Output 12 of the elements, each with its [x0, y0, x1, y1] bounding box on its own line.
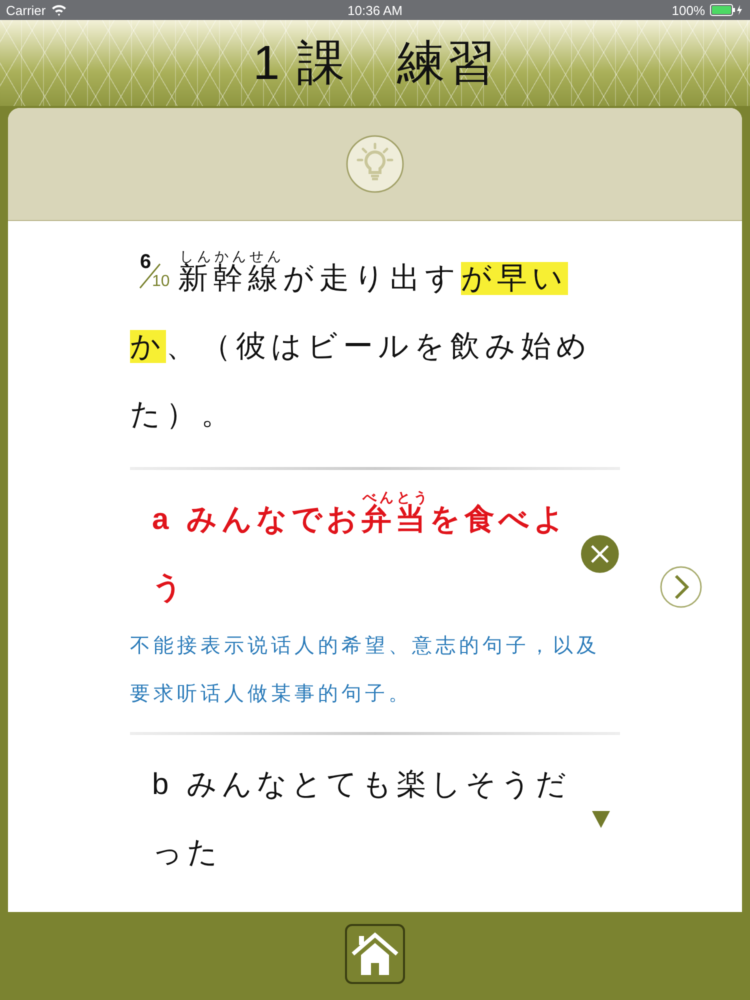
- battery-percent: 100%: [672, 2, 705, 18]
- home-icon: [350, 931, 400, 977]
- clock: 10:36 AM: [348, 2, 402, 18]
- wifi-icon: [50, 4, 67, 16]
- page-title: 1 課 練習: [252, 36, 498, 92]
- dropdown-triangle-icon[interactable]: [590, 808, 612, 830]
- carrier-label: Carrier: [6, 2, 46, 18]
- answer-option[interactable]: b みんなとても楽しそうだった: [152, 751, 582, 887]
- battery-icon: [710, 4, 744, 16]
- home-button[interactable]: [345, 924, 405, 984]
- explanation-text: 不能接表示说话人的希望、意志的句子，以及要求听话人做某事的句子。: [130, 634, 600, 707]
- answer-option[interactable]: a みんなでお弁当 べんとう を食べよう: [152, 486, 580, 622]
